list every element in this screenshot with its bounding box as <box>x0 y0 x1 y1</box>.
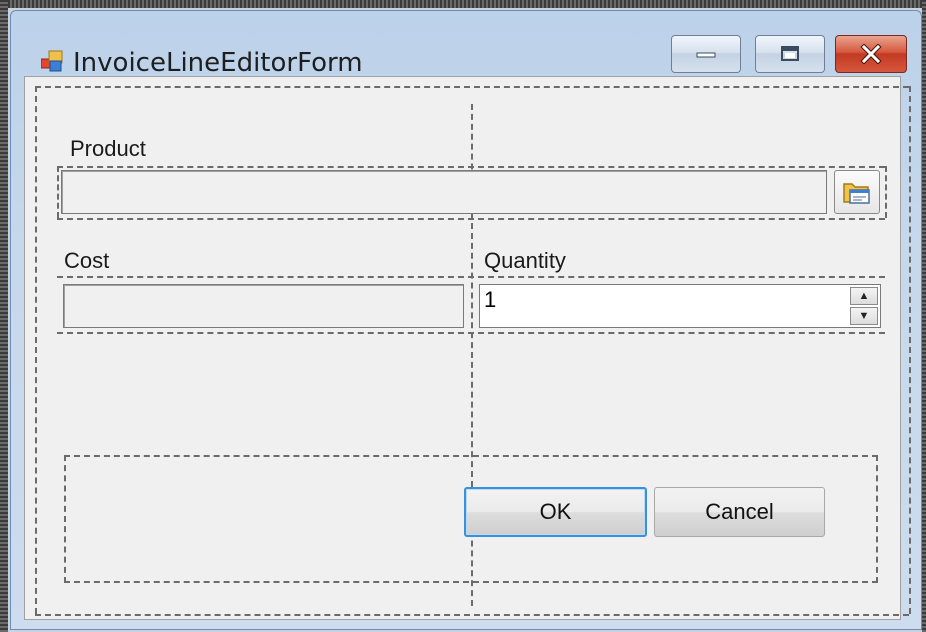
folder-browse-icon <box>843 183 870 204</box>
cost-label: Cost <box>64 248 110 273</box>
quantity-stepper[interactable]: 1 ▲ ▼ <box>479 284 881 328</box>
layout-border-right <box>909 86 911 614</box>
background-strip-left <box>0 0 8 632</box>
up-arrow-icon: ▲ <box>858 289 870 302</box>
product-row-right-line <box>885 166 887 218</box>
background-strip-right <box>922 0 926 632</box>
quantity-decrement-button[interactable]: ▼ <box>850 307 878 325</box>
screen-background: InvoiceLineEditorForm Product Cost Quant… <box>0 0 926 632</box>
layout-border-top <box>35 86 909 88</box>
layout-border-left <box>35 86 37 614</box>
minimize-button[interactable] <box>671 35 741 73</box>
cost-row-bottom-line <box>57 332 885 334</box>
cost-field[interactable] <box>63 284 464 328</box>
layout-border-bottom <box>35 614 909 616</box>
product-row-left-line <box>57 166 59 218</box>
close-button[interactable] <box>835 35 907 73</box>
quantity-spin-buttons: ▲ ▼ <box>850 287 878 325</box>
product-browse-button[interactable] <box>834 170 880 214</box>
background-strip-top <box>0 0 926 8</box>
product-field[interactable] <box>61 170 827 214</box>
quantity-increment-button[interactable]: ▲ <box>850 287 878 305</box>
quantity-value: 1 <box>484 287 497 312</box>
product-row-top-line <box>57 166 885 168</box>
cancel-button[interactable]: Cancel <box>654 487 825 537</box>
maximize-button[interactable] <box>755 35 825 73</box>
product-row-bottom-line <box>57 218 885 220</box>
app-form-icon <box>41 50 63 72</box>
product-label: Product <box>70 136 146 161</box>
minimize-icon <box>696 52 716 58</box>
close-icon <box>860 44 882 64</box>
maximize-icon <box>781 46 799 61</box>
down-arrow-icon: ▼ <box>858 309 870 322</box>
quantity-label: Quantity <box>484 248 566 273</box>
window-title: InvoiceLineEditorForm <box>73 48 363 78</box>
cost-row-top-line <box>57 276 885 278</box>
ok-button[interactable]: OK <box>464 487 647 537</box>
